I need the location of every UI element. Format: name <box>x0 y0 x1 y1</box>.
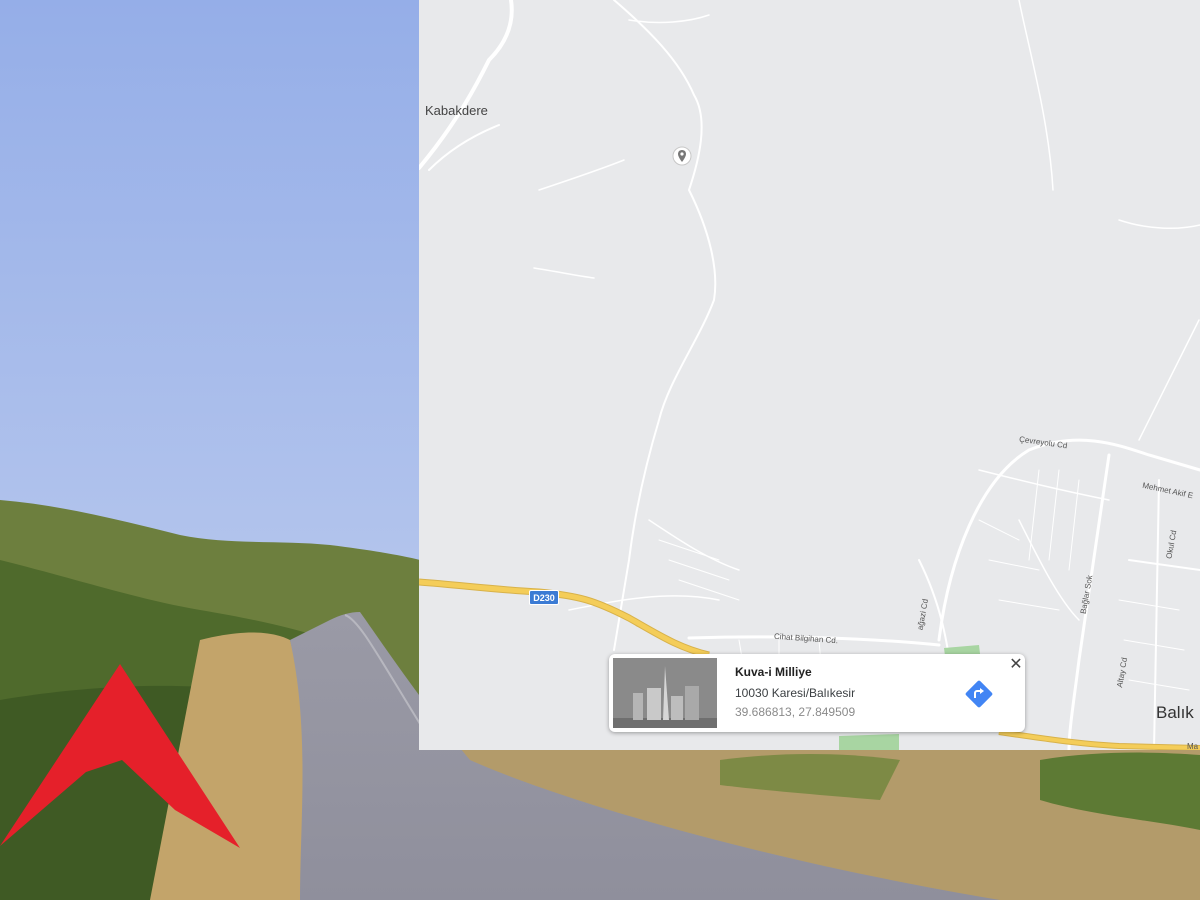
place-info-card[interactable]: Kuva-i Milliye 10030 Karesi/Balıkesir 39… <box>609 654 1025 732</box>
place-coordinates: 39.686813, 27.849509 <box>735 705 856 719</box>
town-label: Kabakdere <box>425 103 488 118</box>
road-shield: D230 <box>529 590 559 605</box>
place-address: 10030 Karesi/Balıkesir <box>735 686 856 700</box>
red-a-logo-icon <box>0 664 240 848</box>
map-pin-icon[interactable] <box>672 146 692 166</box>
directions-icon[interactable] <box>963 678 995 710</box>
building-thumbnail-icon <box>613 658 717 728</box>
place-thumbnail[interactable] <box>613 658 717 728</box>
street-label: Ma <box>1187 742 1199 750</box>
city-label: Balık <box>1156 703 1194 722</box>
map-panel[interactable]: Kabakdere Balık D230 Çevreyolu Cd Mehmet… <box>419 0 1200 750</box>
place-title: Kuva-i Milliye <box>735 665 812 679</box>
close-button[interactable]: ✕ <box>1007 656 1025 674</box>
